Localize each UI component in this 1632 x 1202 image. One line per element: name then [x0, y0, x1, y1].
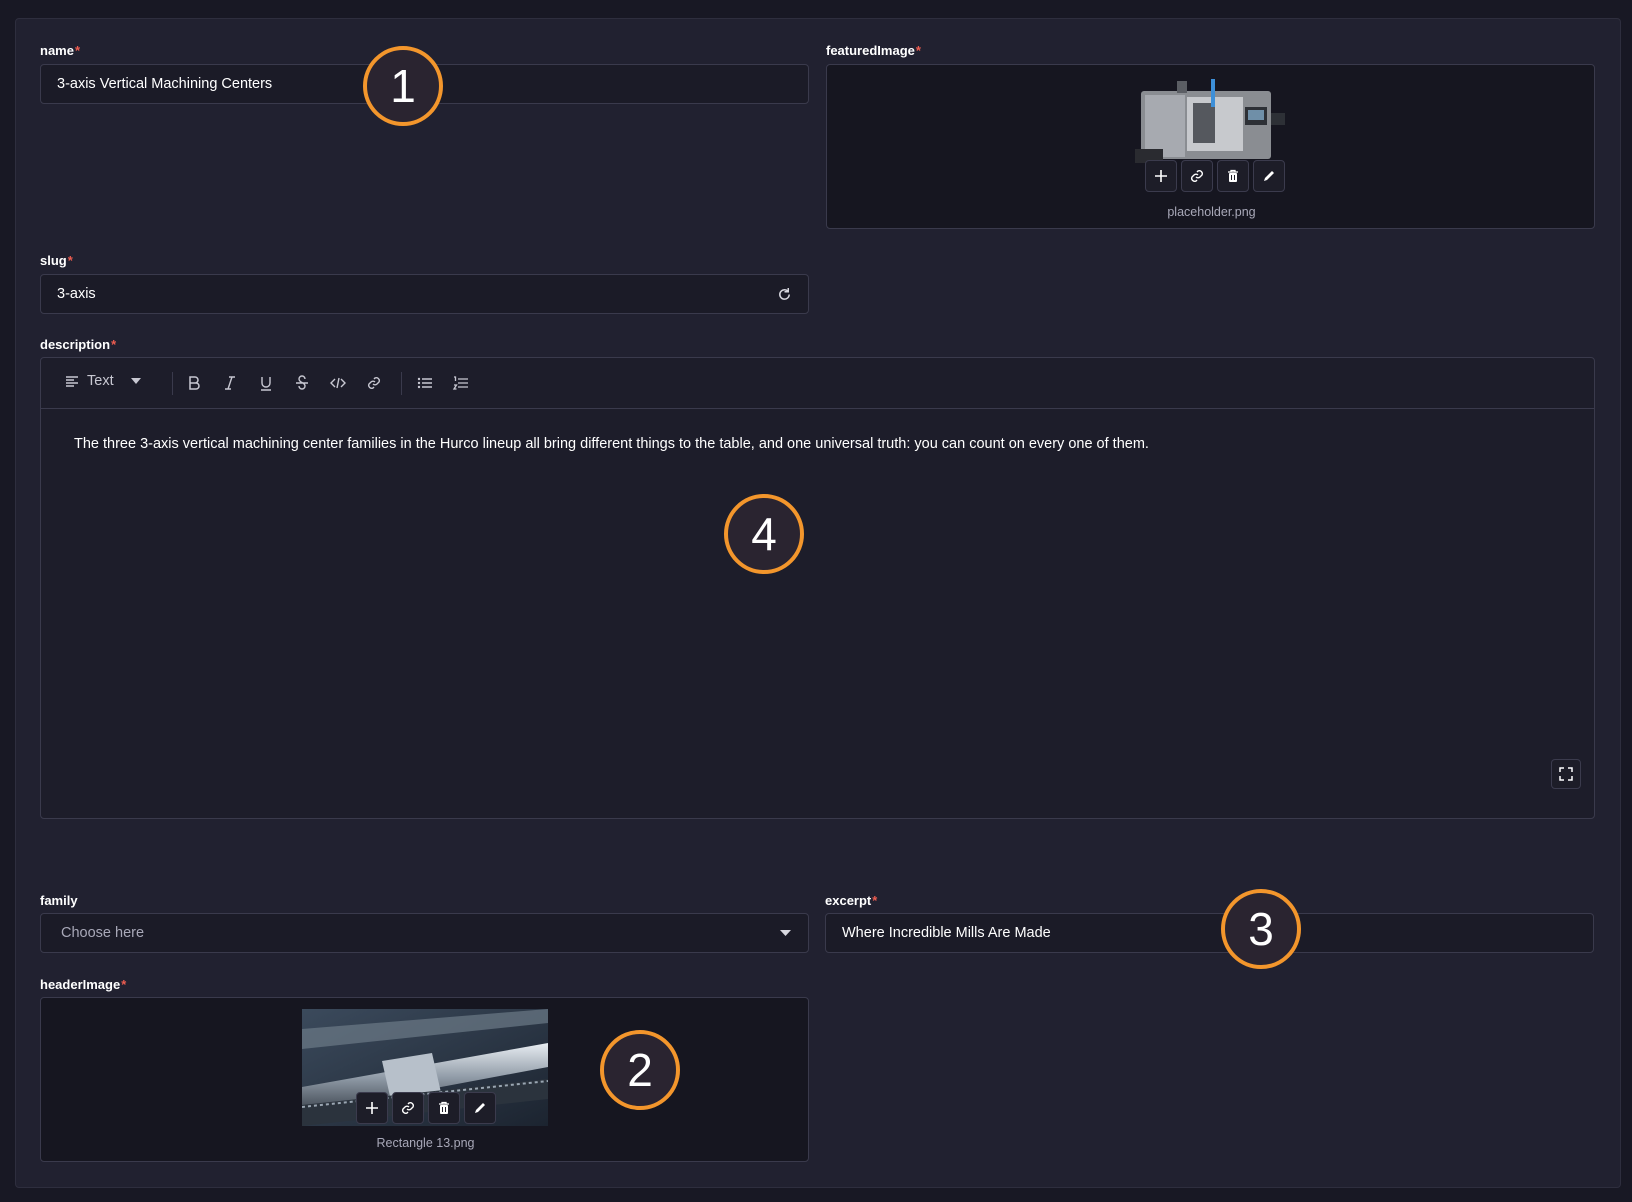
slug-label: slug*	[40, 253, 73, 268]
pencil-icon	[1264, 171, 1274, 181]
link-image-button[interactable]	[1181, 160, 1213, 192]
trash-icon	[1228, 169, 1238, 182]
family-label: family	[40, 893, 78, 908]
family-select-placeholder: Choose here	[61, 925, 145, 941]
chevron-down-icon	[780, 930, 791, 936]
format-dropdown-label: Text	[87, 373, 114, 389]
delete-image-button[interactable]	[428, 1092, 460, 1124]
code-icon	[330, 377, 346, 389]
fullscreen-button[interactable]	[1551, 759, 1581, 789]
name-label: name*	[40, 43, 81, 58]
pencil-icon	[475, 1103, 485, 1113]
refresh-icon	[779, 287, 790, 300]
bold-icon	[189, 376, 200, 390]
add-image-button[interactable]	[356, 1092, 388, 1124]
code-button[interactable]	[329, 374, 347, 392]
regenerate-slug-button[interactable]	[777, 287, 792, 302]
add-image-button[interactable]	[1145, 160, 1177, 192]
strikethrough-button[interactable]	[293, 374, 311, 392]
family-select[interactable]: Choose here	[40, 913, 809, 953]
numbered-list-button[interactable]	[452, 374, 470, 392]
expand-icon	[1559, 767, 1573, 781]
annotation-badge-4: 4	[724, 494, 804, 574]
toolbar-divider	[172, 372, 173, 395]
italic-icon	[225, 376, 235, 390]
format-dropdown[interactable]: Text	[65, 373, 142, 389]
annotation-badge-3: 3	[1221, 889, 1301, 969]
slug-input[interactable]: 3-axis	[40, 274, 809, 314]
italic-button[interactable]	[221, 374, 239, 392]
featured-image-dropzone[interactable]: placeholder.png	[826, 64, 1595, 229]
header-image-actions	[356, 1092, 496, 1124]
edit-image-button[interactable]	[464, 1092, 496, 1124]
featured-image-label: featuredImage*	[826, 43, 921, 58]
description-editor: Text The three 3-axis vertical machining…	[40, 357, 1595, 819]
bullet-list-button[interactable]	[416, 374, 434, 392]
link-icon	[402, 1102, 414, 1114]
description-label: description*	[40, 337, 117, 352]
bullet-list-icon	[417, 377, 432, 389]
edit-image-button[interactable]	[1253, 160, 1285, 192]
featured-image-filename: placeholder.png	[1167, 205, 1256, 219]
align-left-icon	[66, 376, 78, 387]
header-image-label: headerImage*	[40, 977, 127, 992]
underline-button[interactable]	[257, 374, 275, 392]
excerpt-input[interactable]: Where Incredible Mills Are Made	[825, 913, 1594, 953]
description-text[interactable]: The three 3-axis vertical machining cent…	[74, 436, 1149, 452]
annotation-badge-2: 2	[600, 1030, 680, 1110]
trash-icon	[439, 1101, 449, 1114]
numbered-list-icon	[452, 376, 468, 390]
underline-icon	[261, 377, 271, 391]
editor-toolbar: Text	[41, 358, 1594, 409]
excerpt-label: excerpt*	[825, 893, 878, 908]
chevron-down-icon	[130, 378, 141, 384]
link-icon	[1191, 170, 1203, 182]
header-image-filename: Rectangle 13.png	[376, 1136, 475, 1150]
toolbar-divider	[401, 372, 402, 395]
strikethrough-icon	[296, 375, 308, 390]
plus-icon	[366, 1102, 378, 1114]
delete-image-button[interactable]	[1217, 160, 1249, 192]
header-image-dropzone[interactable]: Rectangle 13.png	[40, 997, 809, 1162]
link-button[interactable]	[365, 374, 383, 392]
link-image-button[interactable]	[392, 1092, 424, 1124]
featured-image-actions	[1145, 160, 1285, 192]
bold-button[interactable]	[185, 374, 203, 392]
link-icon	[368, 377, 380, 389]
annotation-badge-1: 1	[363, 46, 443, 126]
plus-icon	[1155, 170, 1167, 182]
